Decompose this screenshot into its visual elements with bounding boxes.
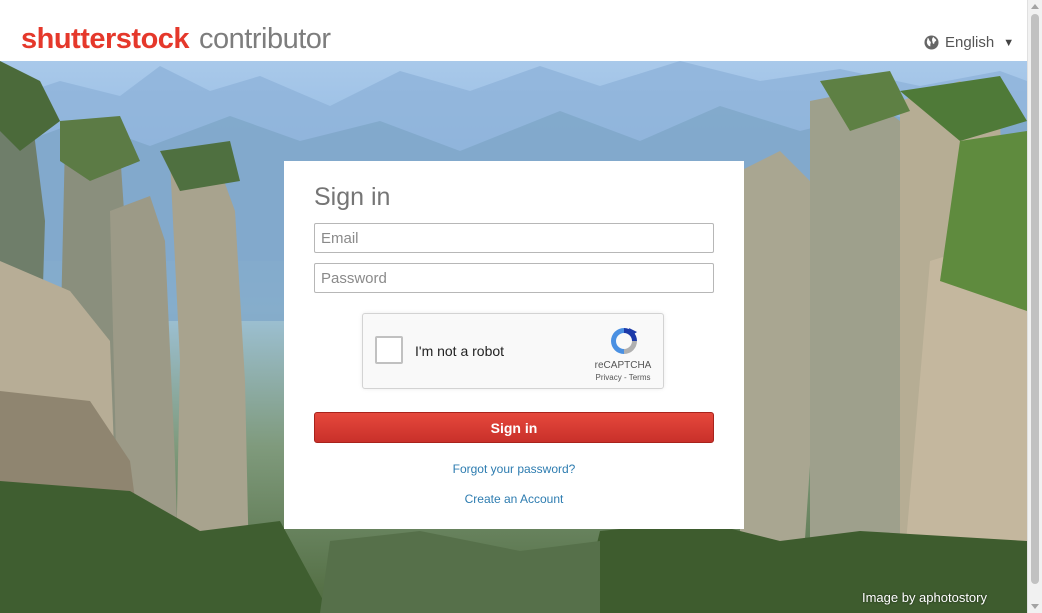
signin-title: Sign in [314,183,391,211]
shutterstock-logo[interactable]: shutterstock contributor [21,22,331,56]
recaptcha-checkbox[interactable] [375,336,403,364]
scroll-down-arrow-icon[interactable] [1031,604,1039,609]
vertical-scrollbar[interactable] [1027,0,1042,613]
forgot-password-link[interactable]: Forgot your password? [284,462,744,476]
scroll-up-arrow-icon[interactable] [1031,4,1039,9]
email-field[interactable] [314,223,714,253]
site-header: shutterstock contributor English ▼ [0,0,1027,61]
recaptcha-icon [611,328,637,354]
signin-button[interactable]: Sign in [314,412,714,443]
chevron-down-icon: ▼ [1003,36,1015,49]
create-account-link[interactable]: Create an Account [284,492,744,506]
scroll-thumb[interactable] [1031,14,1039,584]
logo-product: contributor [199,23,331,55]
globe-icon [924,35,939,50]
recaptcha-privacy-terms[interactable]: Privacy - Terms [585,373,661,382]
language-selector[interactable]: English ▼ [924,34,1014,51]
recaptcha-brand: reCAPTCHA [594,360,652,371]
password-field[interactable] [314,263,714,293]
recaptcha-widget: I'm not a robot reCAPTCHA Privacy - Term… [362,313,664,389]
image-credit: Image by aphotostory [861,590,987,605]
signin-card: Sign in I'm not a robot reCAPTCHA Privac… [284,161,744,529]
language-label: English [945,34,995,51]
logo-brand: shutterstock [21,23,190,55]
recaptcha-label: I'm not a robot [415,343,505,359]
